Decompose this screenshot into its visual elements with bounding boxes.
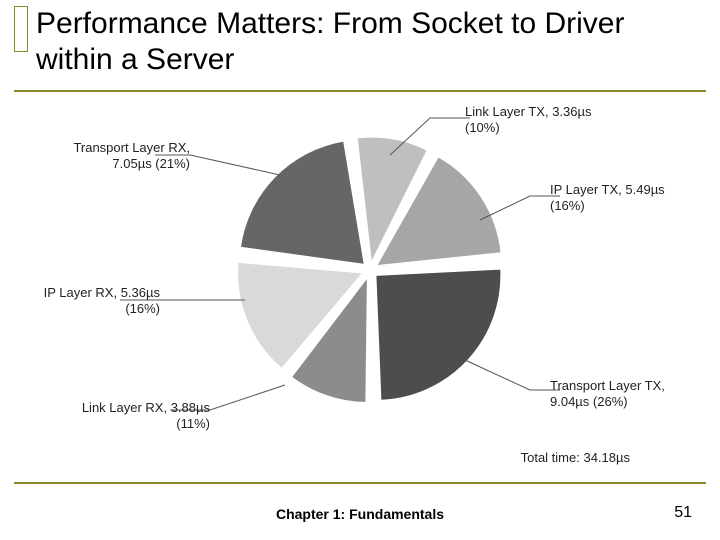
chart-area: Link Layer TX, 3.36µs (10%) IP Layer TX,…: [60, 100, 660, 475]
label-text: Link Layer RX, 3.88µs: [82, 400, 210, 415]
total-time: Total time: 34.18µs: [521, 450, 630, 465]
label-sub: (16%): [550, 198, 665, 214]
slide: Performance Matters: From Socket to Driv…: [0, 0, 720, 540]
label-text: IP Layer TX, 5.49µs: [550, 182, 665, 197]
label-sub: (16%): [30, 301, 160, 317]
label-transport-tx: Transport Layer TX, 9.04µs (26%): [550, 378, 665, 411]
pie-slice: [376, 269, 501, 400]
label-text: Link Layer TX, 3.36µs: [465, 104, 591, 119]
label-link-rx: Link Layer RX, 3.88µs (11%): [80, 400, 210, 433]
pie-slice: [240, 141, 364, 264]
label-text: Transport Layer TX,: [550, 378, 665, 393]
accent-bar: [14, 6, 28, 52]
divider-top: [14, 90, 706, 92]
label-link-tx: Link Layer TX, 3.36µs (10%): [465, 104, 591, 137]
label-text: Transport Layer RX,: [73, 140, 190, 155]
label-sub: (11%): [80, 416, 210, 432]
title-block: Performance Matters: From Socket to Driv…: [14, 6, 706, 78]
page-number: 51: [674, 504, 692, 522]
divider-bottom: [14, 482, 706, 484]
label-sub: 7.05µs (21%): [60, 156, 190, 172]
footer-chapter: Chapter 1: Fundamentals: [0, 506, 720, 522]
label-text: IP Layer RX, 5.36µs: [44, 285, 160, 300]
label-ip-tx: IP Layer TX, 5.49µs (16%): [550, 182, 665, 215]
pie-chart: [230, 130, 510, 410]
label-ip-rx: IP Layer RX, 5.36µs (16%): [30, 285, 160, 318]
label-sub: (10%): [465, 120, 591, 136]
label-sub: 9.04µs (26%): [550, 394, 665, 410]
label-transport-rx: Transport Layer RX, 7.05µs (21%): [60, 140, 190, 173]
page-title: Performance Matters: From Socket to Driv…: [36, 6, 706, 78]
